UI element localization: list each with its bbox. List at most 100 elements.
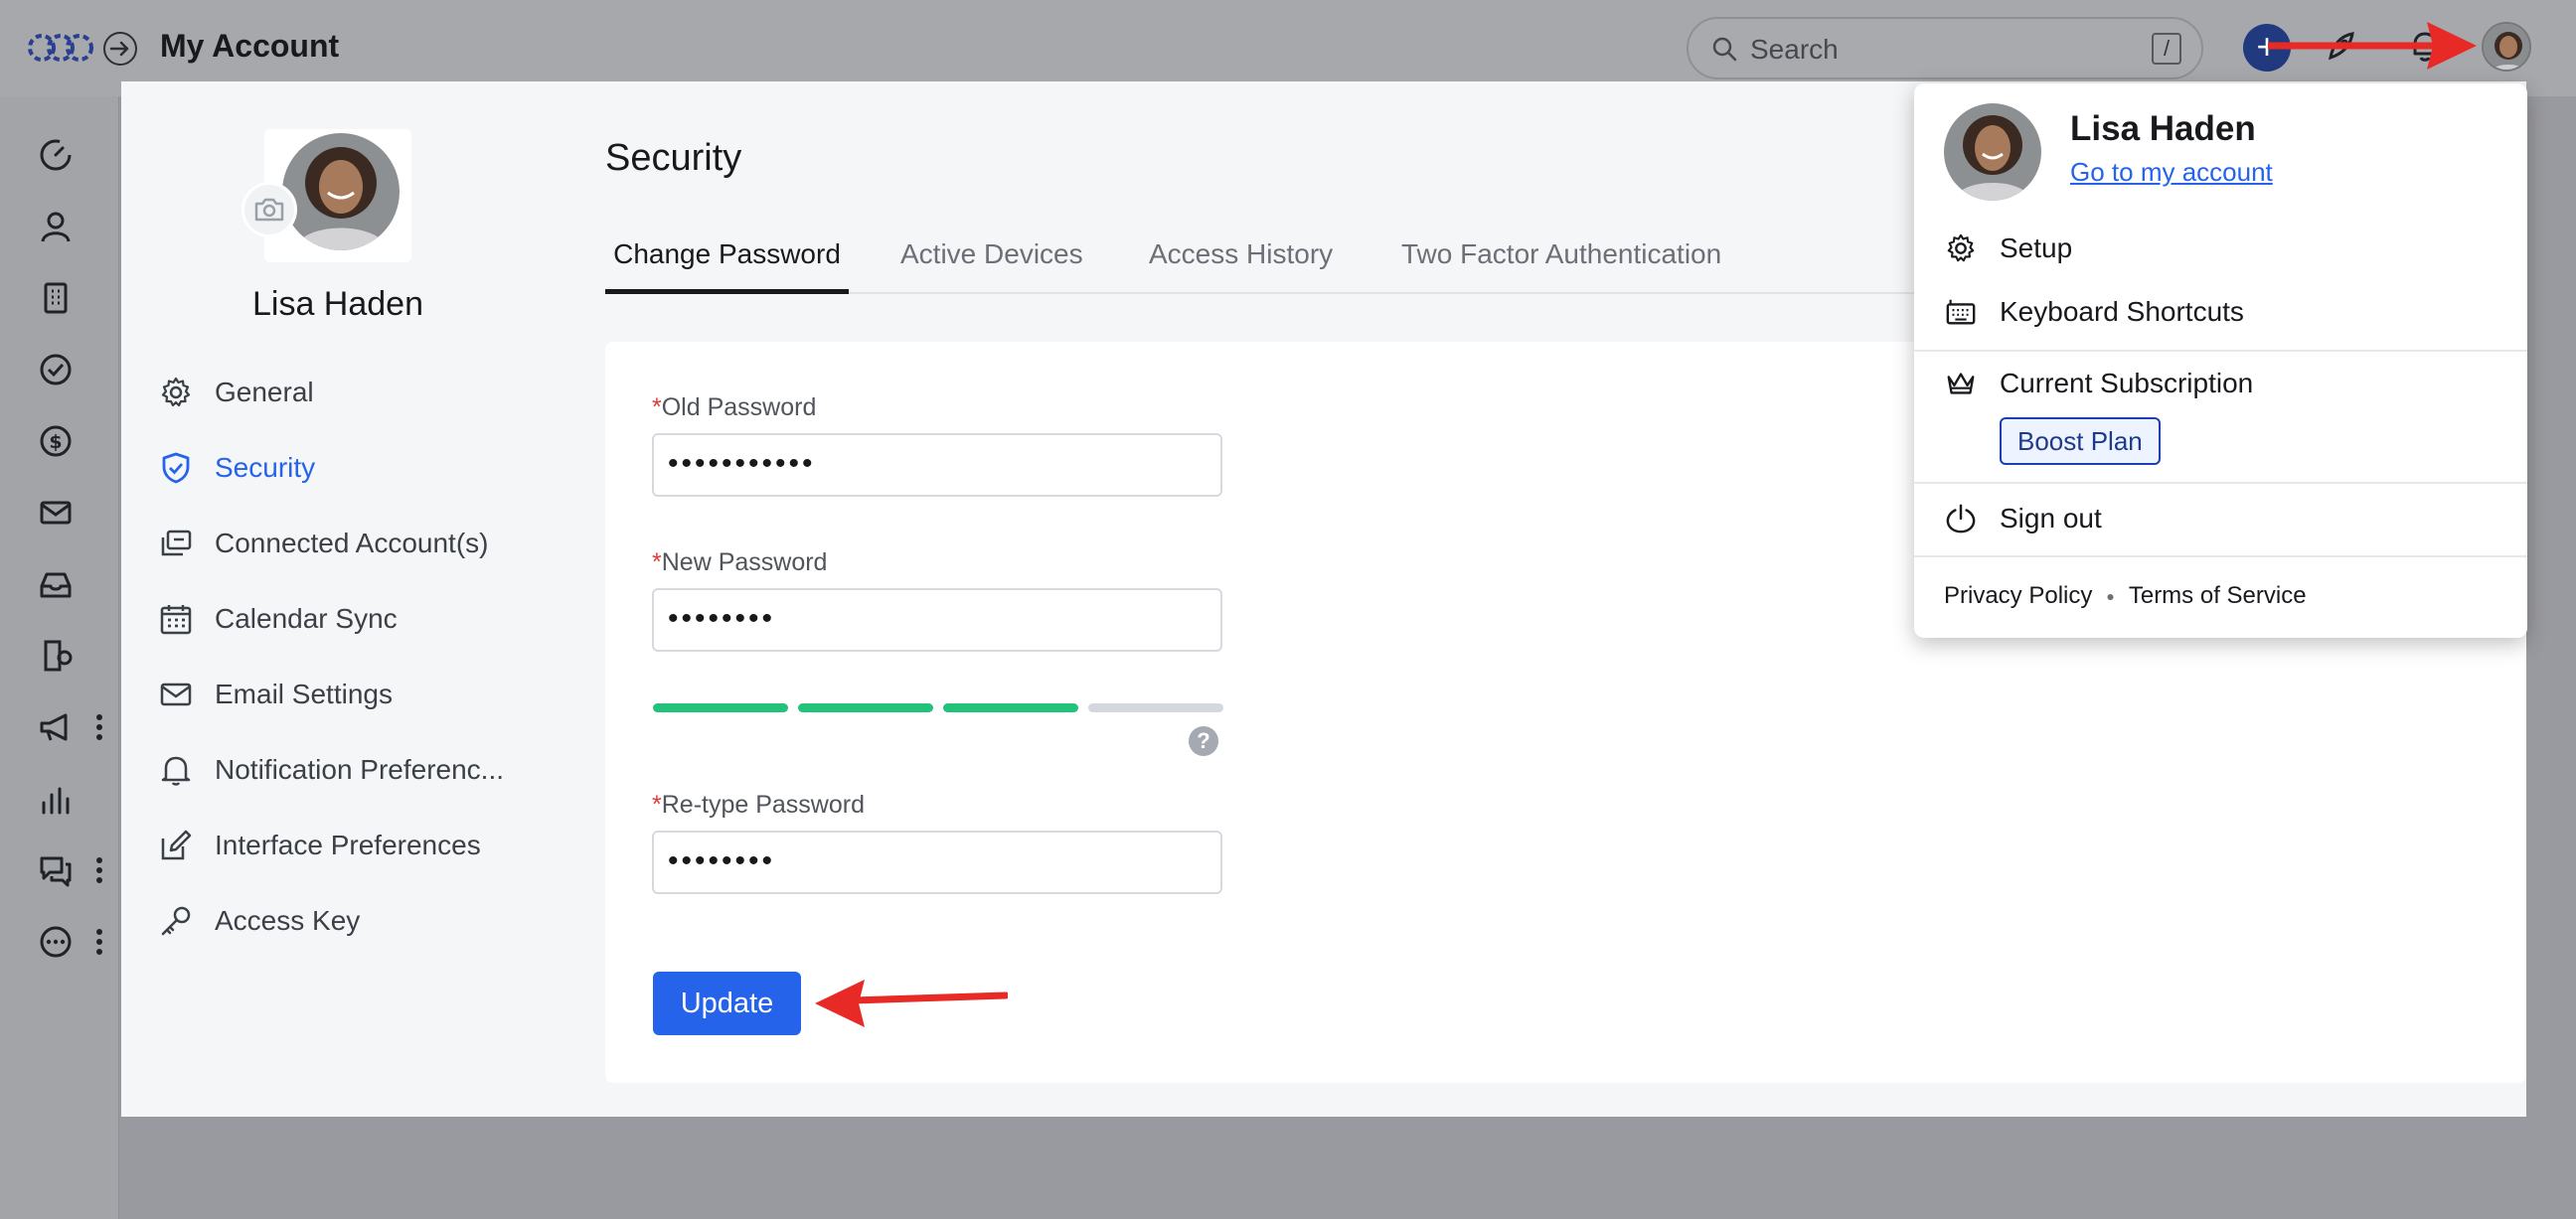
companies-icon[interactable] (36, 278, 76, 318)
section-title: Security (605, 137, 742, 179)
menu-item-label: Keyboard Shortcuts (2000, 296, 2244, 327)
menu-item-label: Setup (2000, 232, 2073, 263)
update-button[interactable]: Update (653, 972, 801, 1035)
more-options-icon[interactable] (93, 712, 105, 742)
nav-item-access-key[interactable]: Access Key (157, 899, 360, 943)
tab-two-factor-authentication[interactable]: Two Factor Authentication (1401, 238, 1721, 294)
reports-bar-chart-icon[interactable] (36, 779, 76, 819)
nav-item-label: Calendar Sync (215, 603, 398, 634)
menu-footer: Privacy Policy ● Terms of Service (1944, 582, 2307, 610)
mail-icon[interactable] (36, 493, 76, 533)
security-tabs: Change Password Active Devices Access Hi… (605, 219, 1947, 294)
strength-segment (1088, 703, 1223, 712)
user-menu-avatar (1944, 103, 2041, 201)
power-icon (1944, 502, 1978, 535)
nav-item-label: General (215, 377, 314, 407)
page-title: My Account (160, 28, 340, 64)
menu-item-keyboard-shortcuts[interactable]: Keyboard Shortcuts (1944, 292, 2244, 332)
old-password-field[interactable]: ••••••••••• (652, 433, 1222, 497)
menu-divider (1914, 350, 2527, 352)
nav-item-email-settings[interactable]: Email Settings (157, 673, 393, 716)
subscription-plan-badge[interactable]: Boost Plan (2000, 417, 2161, 465)
menu-item-label: Sign out (2000, 503, 2102, 533)
inbox-icon[interactable] (36, 564, 76, 604)
menu-item-setup[interactable]: Setup (1944, 229, 2072, 268)
gear-icon (1944, 231, 1978, 265)
nav-item-notification-preferences[interactable]: Notification Preferenc... (157, 748, 504, 792)
bell-icon (157, 751, 195, 789)
profile-avatar-image (282, 133, 400, 250)
user-avatar-button[interactable] (2482, 22, 2531, 72)
old-password-label: *Old Password (652, 393, 817, 421)
dashboard-icon[interactable] (36, 135, 76, 175)
gear-icon (157, 374, 195, 411)
help-icon[interactable]: ? (1189, 726, 1218, 756)
menu-item-sign-out[interactable]: Sign out (1944, 499, 2102, 538)
nav-item-general[interactable]: General (157, 371, 314, 414)
more-options-icon[interactable] (93, 927, 105, 957)
linked-accounts-icon (157, 525, 195, 562)
retype-password-label: *Re-type Password (652, 791, 865, 819)
avatar-image (1944, 103, 2041, 201)
nav-item-label: Connected Account(s) (215, 528, 489, 558)
module-rail: $ (0, 96, 119, 1219)
tab-access-history[interactable]: Access History (1149, 238, 1333, 294)
tasks-check-icon[interactable] (36, 350, 76, 389)
avatar-image (2484, 24, 2529, 70)
menu-divider (1914, 555, 2527, 557)
keyboard-icon (1944, 295, 1978, 329)
mail-icon (157, 676, 195, 713)
nav-item-calendar-sync[interactable]: Calendar Sync (157, 597, 398, 641)
search-placeholder: Search (1750, 34, 1839, 65)
contacts-icon[interactable] (36, 207, 76, 246)
documents-chat-icon[interactable] (36, 636, 76, 676)
search-icon (1712, 37, 1737, 62)
edit-icon (157, 827, 195, 864)
privacy-policy-link[interactable]: Privacy Policy (1944, 582, 2092, 610)
profile-name: Lisa Haden (251, 285, 423, 323)
new-password-field[interactable]: •••••••• (652, 588, 1222, 652)
nav-item-connected-accounts[interactable]: Connected Account(s) (157, 522, 489, 565)
crown-icon (1944, 367, 1978, 400)
calendar-icon (157, 600, 195, 638)
separator-dot: ● (2106, 588, 2115, 604)
user-menu-dropdown: Lisa Haden Go to my account Setup Keyboa… (1914, 83, 2527, 638)
svg-text:$: $ (49, 431, 62, 453)
retype-password-field[interactable]: •••••••• (652, 831, 1222, 894)
more-options-icon[interactable] (93, 855, 105, 885)
nav-item-label: Access Key (215, 905, 361, 936)
user-menu-name: Lisa Haden (2070, 109, 2256, 148)
tab-change-password[interactable]: Change Password (605, 238, 849, 294)
more-apps-icon[interactable] (36, 922, 76, 962)
nav-item-label: Security (215, 452, 316, 483)
annotation-arrow (815, 980, 1008, 1027)
camera-icon (254, 198, 284, 222)
tab-active-devices[interactable]: Active Devices (900, 238, 1083, 294)
menu-item-label: Current Subscription (2000, 368, 2254, 398)
search-input[interactable]: Search / (1687, 17, 2203, 79)
nav-item-label: Interface Preferences (215, 830, 481, 860)
terms-of-service-link[interactable]: Terms of Service (2129, 582, 2307, 610)
annotation-arrow (2268, 22, 2477, 70)
change-photo-button[interactable] (242, 182, 297, 237)
strength-segment (798, 703, 933, 712)
search-shortcut-key: / (2152, 33, 2181, 65)
shield-icon (157, 449, 195, 487)
nav-item-interface-preferences[interactable]: Interface Preferences (157, 824, 481, 867)
campaigns-megaphone-icon[interactable] (36, 707, 76, 747)
menu-item-current-subscription[interactable]: Current Subscription (1944, 364, 2253, 403)
app-logo-icon[interactable] (28, 30, 93, 66)
nav-item-label: Email Settings (215, 679, 393, 709)
nav-item-label: Notification Preferenc... (215, 754, 505, 785)
deals-dollar-icon[interactable]: $ (36, 421, 76, 461)
key-icon (157, 902, 195, 940)
strength-segment (943, 703, 1078, 712)
nav-item-security[interactable]: Security (157, 446, 315, 490)
expand-sidebar-button[interactable] (103, 32, 137, 66)
arrow-right-icon (109, 41, 129, 57)
strength-segment (653, 703, 788, 712)
new-password-label: *New Password (652, 548, 828, 576)
go-to-account-link[interactable]: Go to my account (2070, 157, 2273, 188)
conversations-chat-icon[interactable] (36, 850, 76, 890)
menu-divider (1914, 482, 2527, 484)
